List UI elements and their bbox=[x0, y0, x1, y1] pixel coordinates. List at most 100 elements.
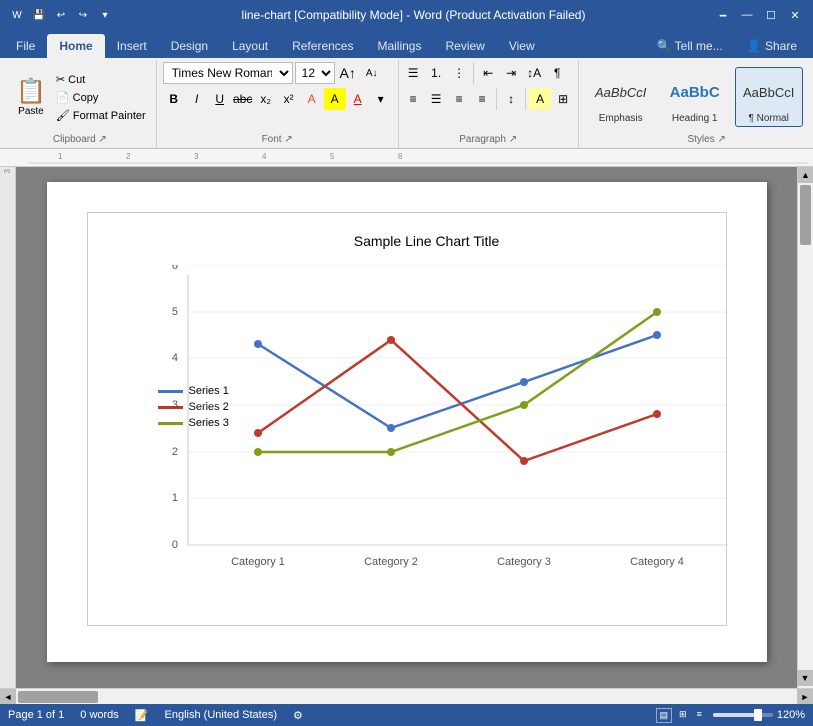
share-btn[interactable]: 👤 Share bbox=[735, 34, 809, 58]
tab-mailings[interactable]: Mailings bbox=[365, 34, 433, 58]
scroll-right-btn[interactable]: ► bbox=[797, 689, 813, 705]
clipboard-label: Clipboard ↗ bbox=[10, 132, 150, 148]
styles-group: AaBbCcI Emphasis AaBbC Heading 1 AaBbCcI… bbox=[579, 60, 813, 148]
svg-text:0: 0 bbox=[171, 539, 177, 551]
borders-button[interactable]: ⊞ bbox=[552, 88, 574, 110]
heading1-label: Heading 1 bbox=[672, 113, 718, 124]
ribbon-collapse-btn[interactable]: 🗕 bbox=[713, 5, 733, 25]
subscript-button[interactable]: x₂ bbox=[255, 88, 277, 110]
styles-scroll-up[interactable]: ▲ bbox=[807, 62, 813, 84]
scroll-left-btn[interactable]: ◄ bbox=[0, 689, 16, 705]
tab-layout[interactable]: Layout bbox=[220, 34, 280, 58]
font-selector-row: Times New Roman 12 A↑ A↓ bbox=[163, 62, 392, 84]
style-normal[interactable]: AaBbCcI ¶ Normal bbox=[735, 67, 803, 127]
grow-font-btn[interactable]: A↑ bbox=[337, 62, 359, 84]
copy-button[interactable]: 📄 Copy bbox=[52, 89, 150, 106]
tab-file[interactable]: File bbox=[4, 34, 47, 58]
line-spacing-button[interactable]: ↕ bbox=[500, 88, 522, 110]
s2p3 bbox=[520, 457, 528, 465]
align-left-button[interactable]: ≡ bbox=[402, 88, 424, 110]
strikethrough-button[interactable]: abc bbox=[232, 88, 254, 110]
normal-label: ¶ Normal bbox=[748, 113, 788, 124]
tab-review[interactable]: Review bbox=[433, 34, 496, 58]
bold-button[interactable]: B bbox=[163, 88, 185, 110]
title-bar: W 💾 ↩ ↪ ▾ line-chart [Compatibility Mode… bbox=[0, 0, 813, 30]
font-color-button[interactable]: A bbox=[347, 88, 369, 110]
sort-button[interactable]: ↕A bbox=[523, 62, 545, 84]
redo-quick-btn[interactable]: ↪ bbox=[74, 6, 92, 24]
styles-scroll-down[interactable]: ▼ bbox=[807, 86, 813, 108]
align-center-button[interactable]: ☰ bbox=[425, 88, 447, 110]
font-color-dropdown[interactable]: ▾ bbox=[370, 88, 392, 110]
tab-references[interactable]: References bbox=[280, 34, 365, 58]
svg-text:6: 6 bbox=[398, 152, 403, 161]
bullets-button[interactable]: ☰ bbox=[402, 62, 424, 84]
italic-button[interactable]: I bbox=[186, 88, 208, 110]
series1-line bbox=[258, 335, 657, 428]
svg-text:Category 3: Category 3 bbox=[497, 556, 551, 568]
save-quick-btn[interactable]: 💾 bbox=[30, 6, 48, 24]
tab-view[interactable]: View bbox=[497, 34, 547, 58]
scroll-down-btn[interactable]: ▼ bbox=[797, 670, 813, 686]
language[interactable]: English (United States) bbox=[165, 709, 278, 722]
horizontal-scrollbar[interactable]: ◄ ► bbox=[0, 688, 813, 704]
font-size-select[interactable]: 12 bbox=[295, 62, 335, 84]
read-view-btn[interactable]: ≡ bbox=[694, 708, 705, 723]
print-view-btn[interactable]: ▤ bbox=[656, 708, 673, 723]
tab-home[interactable]: Home bbox=[47, 34, 104, 58]
multilevel-list-button[interactable]: ⋮ bbox=[448, 62, 470, 84]
vertical-scrollbar[interactable]: ▲ ▼ bbox=[797, 167, 813, 688]
text-effects-button[interactable]: A bbox=[301, 88, 323, 110]
zoom-thumb[interactable] bbox=[754, 709, 762, 721]
svg-text:Category 2: Category 2 bbox=[364, 556, 418, 568]
style-emphasis[interactable]: AaBbCcI Emphasis bbox=[587, 67, 655, 127]
clipboard-group: 📋 Paste ✂ Cut 📄 Copy 🖌 Format Painter Cl… bbox=[4, 60, 157, 148]
document-page: Sample Line Chart Title Series 1 bbox=[47, 182, 767, 662]
document-scroll-area[interactable]: Sample Line Chart Title Series 1 bbox=[16, 167, 797, 688]
minimize-btn[interactable]: — bbox=[737, 5, 757, 25]
scroll-thumb[interactable] bbox=[800, 185, 811, 245]
decrease-indent-button[interactable]: ⇤ bbox=[477, 62, 499, 84]
macro-icon[interactable]: ⚙ bbox=[293, 709, 303, 722]
numbering-button[interactable]: 1. bbox=[425, 62, 447, 84]
proofing-icon[interactable]: 📝 bbox=[135, 709, 149, 722]
maximize-btn[interactable]: ☐ bbox=[761, 5, 781, 25]
scroll-up-btn[interactable]: ▲ bbox=[798, 167, 813, 183]
align-right-button[interactable]: ≡ bbox=[448, 88, 470, 110]
chart-container: Sample Line Chart Title Series 1 bbox=[87, 212, 727, 626]
style-heading1[interactable]: AaBbC Heading 1 bbox=[661, 67, 729, 127]
web-view-btn[interactable]: ⊞ bbox=[676, 708, 690, 723]
increase-indent-button[interactable]: ⇥ bbox=[500, 62, 522, 84]
status-right: ▤ ⊞ ≡ 120% bbox=[656, 708, 805, 723]
tab-design[interactable]: Design bbox=[159, 34, 220, 58]
paste-button[interactable]: 📋 Paste bbox=[10, 73, 52, 121]
h-scroll-thumb[interactable] bbox=[18, 691, 98, 703]
justify-button[interactable]: ≡ bbox=[471, 88, 493, 110]
svg-text:5: 5 bbox=[171, 306, 177, 318]
customize-quick-btn[interactable]: ▾ bbox=[96, 6, 114, 24]
svg-text:1: 1 bbox=[171, 492, 177, 504]
superscript-button[interactable]: x² bbox=[278, 88, 300, 110]
svg-text:2: 2 bbox=[171, 446, 177, 458]
svg-text:Category 4: Category 4 bbox=[630, 556, 684, 568]
highlight-button[interactable]: A bbox=[324, 88, 346, 110]
title-bar-left: W 💾 ↩ ↪ ▾ bbox=[8, 6, 114, 24]
show-formatting-button[interactable]: ¶ bbox=[546, 62, 568, 84]
tab-insert[interactable]: Insert bbox=[105, 34, 159, 58]
window-controls: 🗕 — ☐ ✕ bbox=[713, 5, 805, 25]
heading1-preview: AaBbC bbox=[670, 72, 720, 113]
zoom-slider[interactable] bbox=[713, 713, 773, 717]
underline-button[interactable]: U bbox=[209, 88, 231, 110]
cut-button[interactable]: ✂ Cut bbox=[52, 71, 150, 88]
close-btn[interactable]: ✕ bbox=[785, 5, 805, 25]
format-painter-button[interactable]: 🖌 Format Painter bbox=[52, 107, 150, 124]
s1p1 bbox=[254, 340, 262, 348]
shading-button[interactable]: A bbox=[529, 88, 551, 110]
tell-me-btn[interactable]: 🔍 Tell me... bbox=[645, 34, 735, 58]
undo-quick-btn[interactable]: ↩ bbox=[52, 6, 70, 24]
styles-expand[interactable]: ☰ bbox=[807, 110, 813, 132]
font-family-select[interactable]: Times New Roman bbox=[163, 62, 293, 84]
zoom-level[interactable]: 120% bbox=[777, 709, 805, 721]
shrink-font-btn[interactable]: A↓ bbox=[361, 62, 383, 84]
font-label: Font ↗ bbox=[163, 132, 392, 148]
